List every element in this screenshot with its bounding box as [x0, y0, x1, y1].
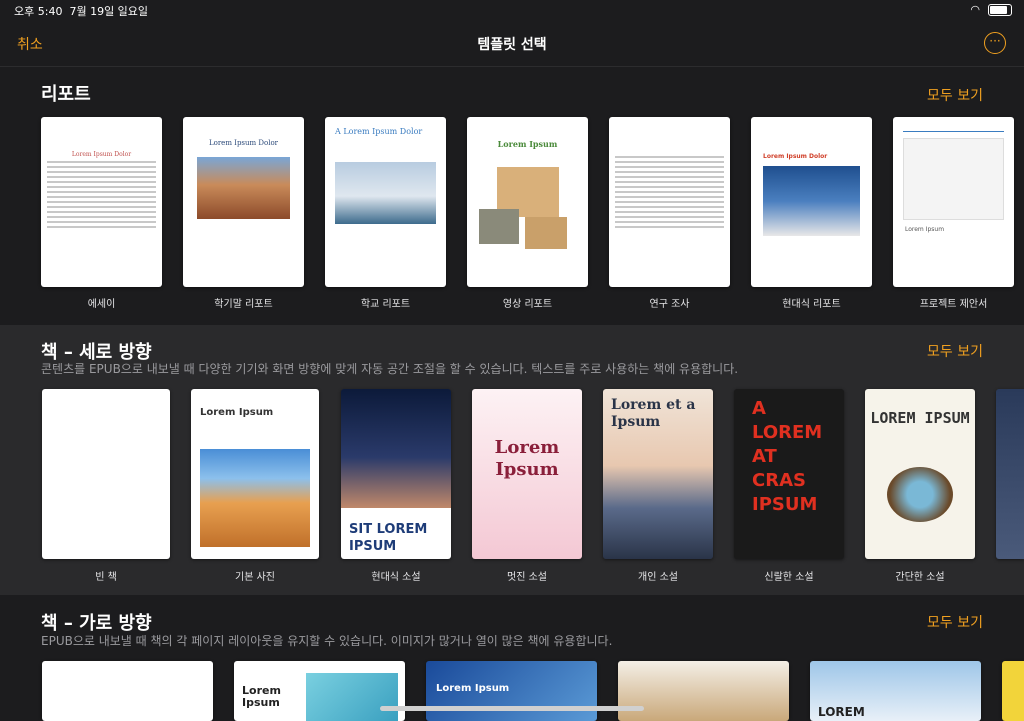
template-label: 현대식 소설: [371, 572, 421, 583]
landscape-books-section: 책 – 가로 방향 EPUB으로 내보낼 때 책의 각 페이지 레이아웃을 유지…: [0, 596, 1024, 721]
template-label: 간단한 소설: [895, 572, 945, 583]
elephant-image: [479, 209, 519, 244]
template-label: 학교 리포트: [360, 299, 411, 310]
thumb-title: Lorem Ipsum: [497, 139, 558, 149]
thumb-title: Lorem Ipsum: [494, 437, 560, 480]
template-partial[interactable]: [996, 389, 1024, 559]
template-project-proposal[interactable]: Lorem Ipsum: [893, 117, 1014, 287]
see-all-button[interactable]: 모두 보기: [927, 612, 983, 632]
template-visual-report[interactable]: Lorem Ipsum: [467, 117, 588, 287]
see-all-button[interactable]: 모두 보기: [927, 341, 983, 361]
thumb-title: Lorem Ipsum: [242, 684, 281, 709]
status-indicators: ◠: [970, 3, 1012, 16]
thumb-title: SIT LOREM IPSUM: [349, 522, 428, 554]
section-title: 리포트: [41, 84, 91, 105]
template-elegant-novel[interactable]: Lorem Ipsum: [472, 389, 582, 559]
template-modern-report[interactable]: Lorem Ipsum Dolor: [751, 117, 872, 287]
thumb-title: LOREM IPSUM: [870, 409, 970, 427]
desert-image: [200, 449, 310, 547]
template-research[interactable]: [609, 117, 730, 287]
template-label: 연구 조사: [649, 299, 690, 310]
navigation-bar: 취소 템플릿 선택 ···: [0, 22, 1024, 67]
thumb-title: Lorem et a Ipsum: [611, 397, 696, 430]
thumb-title: Lorem Ipsum Dolor: [71, 151, 132, 158]
thumb-title: LOREM: [818, 705, 865, 719]
lighthouse-image: [335, 162, 436, 224]
thumb-title: Lorem Ipsum Dolor: [763, 153, 828, 160]
template-landscape-ocean[interactable]: Lorem Ipsum: [426, 661, 597, 721]
meerkat-image: [525, 217, 567, 249]
template-blank-book[interactable]: [42, 389, 170, 559]
section-subtitle: 콘텐츠를 EPUB으로 내보낼 때 다양한 기기와 화면 방향에 맞게 자동 공…: [41, 362, 739, 376]
building-image: [763, 166, 860, 236]
template-label: 영상 리포트: [502, 299, 553, 310]
template-personal-novel[interactable]: Lorem et a Ipsum: [603, 389, 713, 559]
template-partial[interactable]: [1002, 661, 1024, 721]
pool-image: [306, 673, 398, 721]
wifi-icon: ◠: [970, 3, 980, 16]
home-indicator[interactable]: [380, 706, 644, 711]
template-label: 학기말 리포트: [214, 299, 273, 310]
ellipsis-circle-icon[interactable]: ···: [984, 32, 1006, 54]
thumb-title: Lorem Ipsum: [200, 407, 274, 418]
template-basic-photo[interactable]: Lorem Ipsum: [191, 389, 319, 559]
template-label: 멋진 소설: [507, 572, 547, 583]
thumb-title: A LOREM AT CRAS IPSUM: [752, 398, 823, 515]
template-label: 에세이: [87, 299, 116, 310]
template-label: 현대식 리포트: [782, 299, 841, 310]
section-subtitle: EPUB으로 내보낼 때 책의 각 페이지 레이아웃을 유지할 수 있습니다. …: [41, 634, 613, 648]
template-label: 기본 사진: [235, 572, 275, 583]
nest-image: [887, 467, 953, 522]
portrait-books-section: 책 – 세로 방향 콘텐츠를 EPUB으로 내보낼 때 다양한 기기와 화면 방…: [0, 325, 1024, 595]
status-bar: 오후 5:40 7월 19일 일요일 ◠: [0, 0, 1024, 22]
template-label: 개인 소설: [638, 572, 678, 583]
template-school-report[interactable]: A Lorem Ipsum Dolor: [325, 117, 446, 287]
thumb-title: A Lorem Ipsum Dolor: [335, 127, 423, 136]
template-label: 프로젝트 제안서: [919, 299, 988, 310]
thumb-title: Lorem Ipsum Dolor: [208, 139, 279, 147]
template-landscape-sky[interactable]: LOREM: [810, 661, 981, 721]
thumb-title: Lorem Ipsum: [436, 683, 510, 694]
template-blank-landscape[interactable]: [42, 661, 213, 721]
battery-icon: [988, 3, 1012, 16]
page-title: 템플릿 선택: [477, 37, 547, 53]
template-essay[interactable]: Lorem Ipsum Dolor: [41, 117, 162, 287]
template-edgy-novel[interactable]: A LOREM AT CRAS IPSUM: [734, 389, 844, 559]
sketch-image: [903, 138, 1004, 220]
template-landscape-basic[interactable]: Lorem Ipsum: [234, 661, 405, 721]
template-label: 빈 책: [95, 572, 117, 583]
see-all-button[interactable]: 모두 보기: [927, 85, 983, 105]
template-modern-novel[interactable]: SIT LOREM IPSUM: [341, 389, 451, 559]
thumb-title: Lorem Ipsum: [905, 226, 945, 233]
template-label: 신랄한 소설: [764, 572, 814, 583]
canyon-image: [197, 157, 290, 219]
reports-section: 리포트 모두 보기 Lorem Ipsum Dolor 에세이 Lorem Ip…: [0, 67, 1024, 324]
template-simple-novel[interactable]: LOREM IPSUM: [865, 389, 975, 559]
status-time: 오후 5:40 7월 19일 일요일: [14, 5, 149, 18]
template-term-paper[interactable]: Lorem Ipsum Dolor: [183, 117, 304, 287]
template-landscape-kitchen[interactable]: [618, 661, 789, 721]
